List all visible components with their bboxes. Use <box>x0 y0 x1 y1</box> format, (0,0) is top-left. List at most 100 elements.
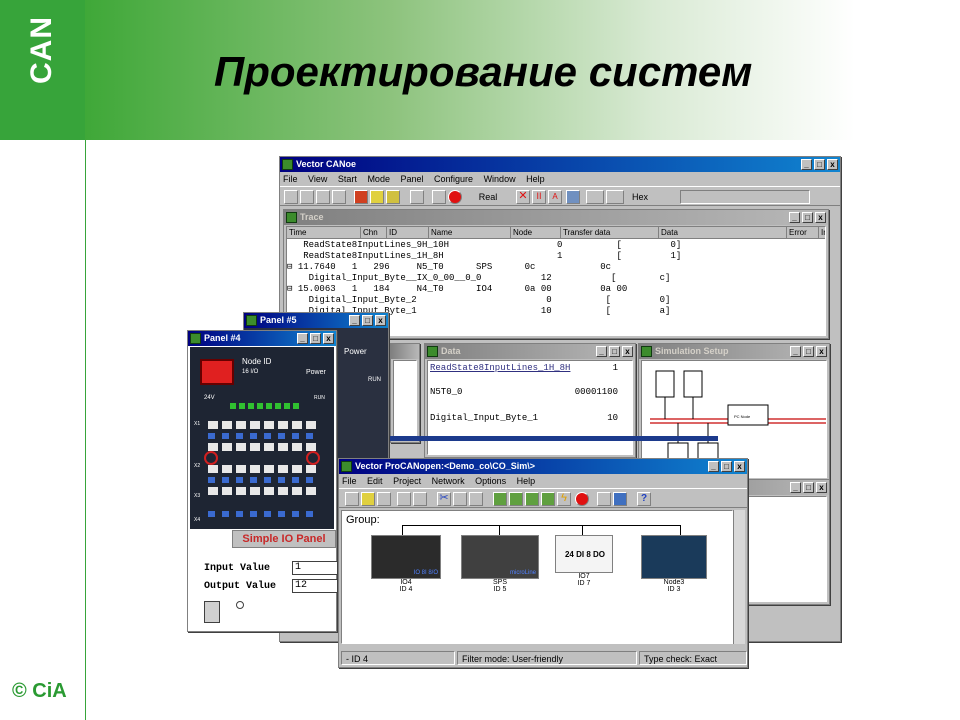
menu-help[interactable]: Help <box>526 174 545 184</box>
print-icon[interactable] <box>332 190 346 204</box>
sim-node-box[interactable] <box>655 370 675 398</box>
trace-close-button[interactable]: x <box>815 212 826 223</box>
pco-menu-file[interactable]: File <box>342 476 357 486</box>
lightning-start-icon[interactable] <box>432 190 446 204</box>
help-icon[interactable]: ? <box>637 492 651 506</box>
data-signal-name[interactable]: ReadState8InputLines_1H_8H <box>430 363 595 374</box>
paste-icon[interactable] <box>469 492 483 506</box>
pco-close-button[interactable]: x <box>734 461 745 472</box>
col-error[interactable]: Error <box>787 227 819 239</box>
output-value-field[interactable]: 12 <box>292 579 338 593</box>
io-switch-row[interactable] <box>208 421 318 429</box>
sim-maximize-button[interactable]: □ <box>803 346 814 357</box>
mode-real-label[interactable]: Real <box>470 190 506 204</box>
graphics-icon[interactable] <box>410 190 424 204</box>
panel5-maximize-button[interactable]: □ <box>362 315 373 326</box>
trace-row[interactable]: ⊟ 11.7640 1 296 N5_T0 SPS 0c 0c <box>287 262 611 273</box>
pause-icon[interactable]: II <box>532 190 546 204</box>
power-led-button[interactable] <box>200 359 234 385</box>
procanopen-titlebar[interactable]: Vector ProCANopen:<Demo_co\CO_Sim\> _ □ … <box>339 459 747 474</box>
copy-icon[interactable] <box>453 492 467 506</box>
input-value-field[interactable]: 1 <box>292 561 338 575</box>
export-icon[interactable] <box>613 492 627 506</box>
trace-maximize-button[interactable]: □ <box>802 212 813 223</box>
sim-node-box[interactable] <box>683 370 703 398</box>
device-sps[interactable]: microLine SPS ID 5 <box>460 535 540 593</box>
trace-row[interactable]: ⊟ 15.0063 1 184 N4_T0 IO4 0a 00 0a 00 <box>287 284 627 295</box>
node-config-icon[interactable] <box>525 492 539 506</box>
sim-minimize-button[interactable]: _ <box>790 346 801 357</box>
open-icon[interactable] <box>361 492 375 506</box>
sym-icon[interactable] <box>586 190 604 204</box>
panel5-close-button[interactable]: x <box>375 315 386 326</box>
pco-minimize-button[interactable]: _ <box>708 461 719 472</box>
write-window[interactable] <box>390 343 420 443</box>
io-switch-row[interactable] <box>208 465 318 473</box>
maximize-button[interactable]: □ <box>814 159 825 170</box>
stats-maximize-button[interactable]: □ <box>803 482 814 493</box>
panel5-titlebar[interactable]: Panel #5 _ □ x <box>244 313 388 328</box>
lightning-icon[interactable]: ϟ <box>557 492 571 506</box>
pco-vscrollbar[interactable] <box>733 510 745 644</box>
format-hex-label[interactable]: Hex <box>632 190 668 204</box>
close-button[interactable]: x <box>827 159 838 170</box>
sim-close-button[interactable]: x <box>816 346 827 357</box>
save-config-icon[interactable] <box>316 190 330 204</box>
trace-row[interactable]: ReadState8InputLines_9H_10H 0 [ 0] <box>287 240 681 251</box>
data-titlebar[interactable]: Data _ □ x <box>425 344 635 359</box>
col-node[interactable]: Node <box>511 227 561 239</box>
open-config-icon[interactable] <box>300 190 314 204</box>
panel4-maximize-button[interactable]: □ <box>310 333 321 344</box>
minimize-button[interactable]: _ <box>801 159 812 170</box>
reset-knob-right[interactable] <box>306 451 320 465</box>
menu-file[interactable]: File <box>283 174 298 184</box>
col-name[interactable]: Name <box>429 227 511 239</box>
menu-start[interactable]: Start <box>338 174 357 184</box>
procanopen-window[interactable]: Vector ProCANopen:<Demo_co\CO_Sim\> _ □ … <box>338 458 748 668</box>
print-icon[interactable] <box>597 492 611 506</box>
pco-menu-edit[interactable]: Edit <box>367 476 383 486</box>
col-chn[interactable]: Chn <box>361 227 387 239</box>
device-io7[interactable]: 24 DI 8 DO IO7 ID 7 <box>554 535 614 587</box>
panel-edit-icon[interactable] <box>386 190 400 204</box>
col-time[interactable]: Time <box>287 227 361 239</box>
col-transfer-data[interactable]: Transfer data <box>561 227 659 239</box>
edit-icon[interactable] <box>413 492 427 506</box>
menu-window[interactable]: Window <box>484 174 516 184</box>
trace-row[interactable]: Digital_Input_Byte__IX_0_00__0_0 12 [ c] <box>287 273 671 284</box>
data-signal-name[interactable]: Digital_Input_Byte_1 <box>430 413 580 424</box>
window-cascade-icon[interactable] <box>566 190 580 204</box>
panel4-minimize-button[interactable]: _ <box>297 333 308 344</box>
menu-mode[interactable]: Mode <box>367 174 390 184</box>
save-icon[interactable] <box>377 492 391 506</box>
data-signal-name[interactable]: N5T0_0 <box>430 387 550 398</box>
stats-close-button[interactable]: x <box>816 482 827 493</box>
stop-icon[interactable] <box>575 492 589 506</box>
panel4-window[interactable]: Panel #4 _ □ x Node ID 16 I/O Power 24V … <box>187 330 338 632</box>
alert-icon[interactable]: A <box>548 190 562 204</box>
cancel-x-icon[interactable]: ✕ <box>516 190 530 204</box>
measure-icon[interactable] <box>370 190 384 204</box>
trace-row[interactable]: ReadState8InputLines_1H_8H 1 [ 1] <box>287 251 681 262</box>
write-titlebar[interactable] <box>391 344 419 359</box>
network-icon[interactable] <box>354 190 368 204</box>
pco-menu-options[interactable]: Options <box>475 476 506 486</box>
pco-menu-help[interactable]: Help <box>517 476 536 486</box>
pco-menu-network[interactable]: Network <box>432 476 465 486</box>
node-param-icon[interactable] <box>541 492 555 506</box>
io-switch-row[interactable] <box>208 487 318 495</box>
new-icon[interactable] <box>345 492 359 506</box>
trace-minimize-button[interactable]: _ <box>789 212 800 223</box>
io-switch-row[interactable] <box>208 443 318 451</box>
add-node-icon[interactable] <box>509 492 523 506</box>
data-close-button[interactable]: x <box>622 346 633 357</box>
panel5-minimize-button[interactable]: _ <box>349 315 360 326</box>
data-minimize-button[interactable]: _ <box>596 346 607 357</box>
data-maximize-button[interactable]: □ <box>609 346 620 357</box>
col-data[interactable]: Data <box>659 227 787 239</box>
cut-icon[interactable]: ✂ <box>437 492 451 506</box>
view-icon[interactable] <box>397 492 411 506</box>
new-config-icon[interactable] <box>284 190 298 204</box>
trace-titlebar[interactable]: Trace _ □ x <box>284 210 828 225</box>
stats-minimize-button[interactable]: _ <box>790 482 801 493</box>
